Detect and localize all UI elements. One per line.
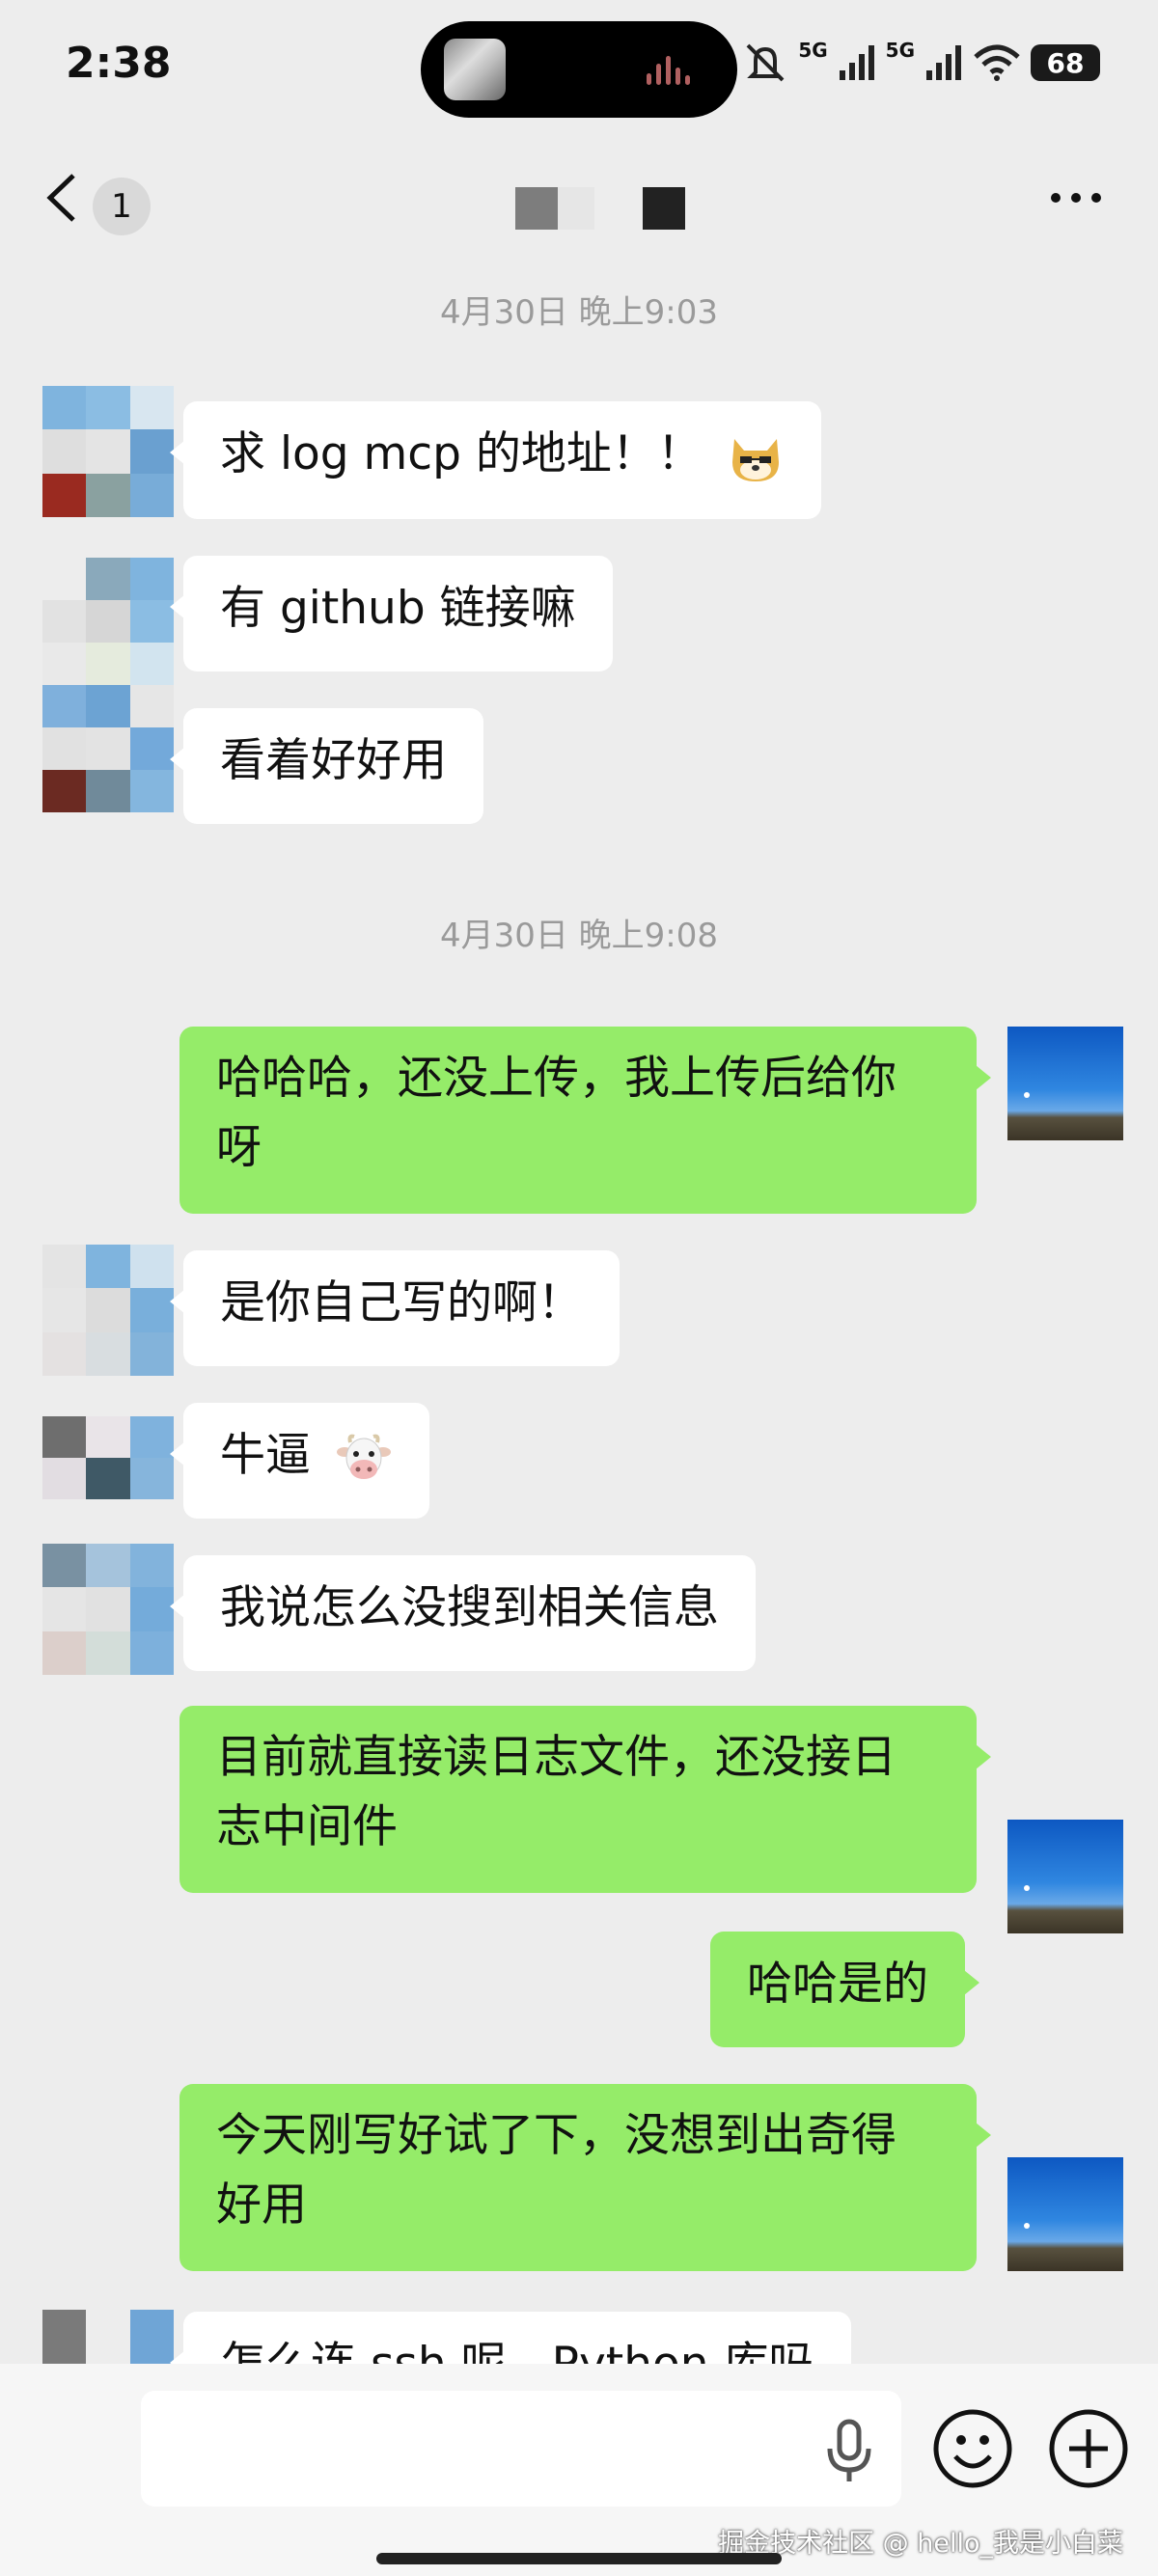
- incoming-message[interactable]: 牛逼: [170, 1403, 429, 1519]
- message-timestamp: 4月30日 晚上9:03: [439, 293, 719, 332]
- message-text: 是你自己写的啊！: [220, 1276, 583, 1329]
- contact-avatar[interactable]: [42, 1544, 174, 1675]
- home-indicator[interactable]: [376, 2553, 782, 2564]
- message-text: 有 github 链接嘛: [220, 582, 576, 635]
- incoming-message[interactable]: 有 github 链接嘛: [170, 556, 613, 671]
- outgoing-message[interactable]: 哈哈哈，还没上传，我上传后给你呀: [179, 1027, 991, 1214]
- ellipsis-icon[interactable]: [1048, 183, 1104, 212]
- signal-icon: [839, 45, 874, 80]
- unread-count-badge[interactable]: 1: [93, 178, 151, 235]
- message-text: 看着好好用: [220, 734, 447, 787]
- my-avatar[interactable]: [1007, 2157, 1123, 2271]
- outgoing-message[interactable]: 哈哈是的: [710, 1932, 979, 2047]
- message-input-bar: 掘金技术社区 @ hello_我是小白菜: [0, 2364, 1158, 2576]
- message-text: 哈哈哈，还没上传，我上传后给你呀: [216, 1052, 896, 1174]
- my-avatar[interactable]: [1007, 1027, 1123, 1140]
- incoming-message[interactable]: 是你自己写的啊！: [170, 1250, 620, 1366]
- outgoing-message[interactable]: 目前就直接读日志文件，还没接日志中间件: [179, 1706, 991, 1893]
- incoming-message[interactable]: 求 log mcp 的地址！！: [170, 401, 821, 519]
- audio-wave-icon: [647, 56, 699, 85]
- message-timestamp: 4月30日 晚上9:08: [439, 917, 719, 955]
- contact-avatar[interactable]: [42, 386, 174, 517]
- incoming-message[interactable]: 我说怎么没搜到相关信息: [170, 1555, 756, 1671]
- status-bar: 2:38 5G 5G 68: [0, 0, 1158, 145]
- message-text: 我说怎么没搜到相关信息: [220, 1581, 719, 1634]
- message-text: 牛逼: [220, 1429, 311, 1482]
- network-5g-label: 5G: [798, 39, 828, 62]
- message-text: 哈哈是的: [747, 1958, 928, 2011]
- status-time: 2:38: [66, 39, 172, 88]
- mute-icon: [746, 43, 785, 82]
- my-avatar[interactable]: [1007, 1820, 1123, 1933]
- contact-avatar[interactable]: [42, 1245, 174, 1376]
- message-input[interactable]: [141, 2391, 901, 2507]
- status-icons: 5G 5G 68: [742, 39, 1100, 87]
- message-text: 目前就直接读日志文件，还没接日志中间件: [216, 1731, 896, 1853]
- incoming-message[interactable]: 看着好好用: [170, 708, 483, 824]
- smiley-icon[interactable]: [932, 2408, 1013, 2489]
- wifi-icon: [974, 44, 1020, 81]
- now-playing-artwork: [444, 39, 506, 100]
- plus-circle-icon[interactable]: [1048, 2408, 1129, 2489]
- contact-avatar[interactable]: [42, 2310, 174, 2368]
- doge-emoji-icon: [731, 438, 779, 481]
- message-text: 今天刚写好试了下，没想到出奇得好用: [216, 2109, 896, 2232]
- contact-avatar-redacted: [42, 558, 174, 812]
- contact-avatar[interactable]: [42, 1416, 174, 1499]
- battery-icon: 68: [1031, 44, 1100, 81]
- microphone-icon[interactable]: [822, 2418, 876, 2485]
- chat-header: 1: [0, 154, 1158, 241]
- dynamic-island[interactable]: [421, 21, 737, 118]
- network-5g-label-2: 5G: [885, 39, 915, 62]
- signal-icon-2: [926, 45, 961, 80]
- message-text: 求 log mcp 的地址！！: [220, 427, 703, 480]
- cow-emoji-icon: [336, 1434, 391, 1479]
- chevron-left-icon[interactable]: [42, 172, 87, 224]
- outgoing-message[interactable]: 今天刚写好试了下，没想到出奇得好用: [179, 2084, 991, 2271]
